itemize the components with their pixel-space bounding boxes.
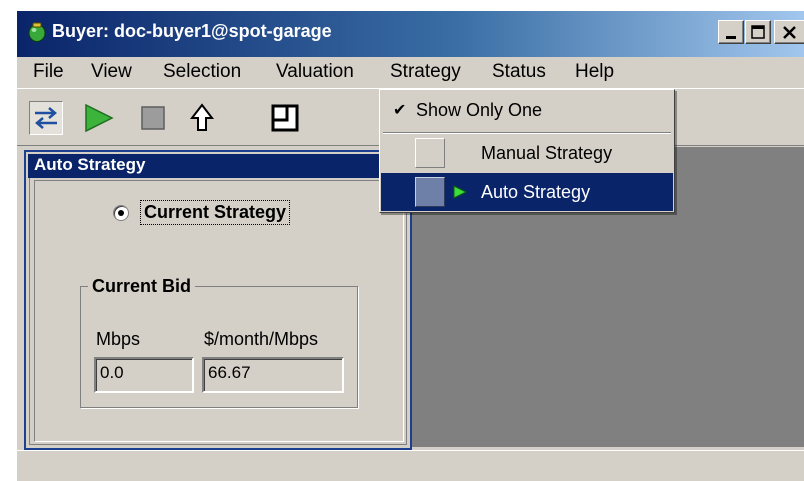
menu-separator: [383, 132, 671, 134]
price-label: $/month/Mbps: [204, 329, 319, 349]
frame-title: Auto Strategy: [34, 155, 146, 174]
mbps-field[interactable]: 0.0: [94, 357, 194, 393]
up-arrow-icon: [189, 103, 215, 131]
app-icon: [28, 22, 46, 42]
maximize-button[interactable]: [745, 20, 771, 44]
radio-selected-dot: [118, 210, 124, 216]
maximize-icon: [751, 25, 765, 39]
window-title: Buyer: doc-buyer1@spot-garage: [52, 21, 332, 41]
auto-strategy-icon: [415, 177, 445, 207]
menu-item-auto-strategy-label: Auto Strategy: [481, 182, 591, 202]
current-bid-title: Current Bid: [88, 276, 195, 297]
price-field[interactable]: 66.67: [202, 357, 344, 393]
minimize-icon: [726, 36, 736, 39]
window-icon: [271, 104, 299, 132]
window-button[interactable]: [268, 101, 302, 135]
start-button[interactable]: [82, 101, 116, 135]
minimize-button[interactable]: [718, 20, 744, 44]
menu-item-show-only-one[interactable]: Show Only One: [416, 100, 542, 121]
swap-strategy-button[interactable]: [29, 101, 63, 135]
manual-strategy-icon: [415, 138, 445, 168]
menu-status[interactable]: Status: [492, 61, 546, 83]
menu-selection[interactable]: Selection: [163, 61, 241, 83]
menu-strategy[interactable]: Strategy: [390, 61, 461, 83]
check-icon: ✔: [393, 102, 407, 119]
menu-valuation[interactable]: Valuation: [276, 61, 354, 83]
current-strategy-label[interactable]: Current Strategy: [139, 200, 291, 225]
menu-file[interactable]: File: [33, 61, 64, 83]
menu-item-manual-strategy[interactable]: Manual Strategy: [481, 143, 612, 164]
menu-view[interactable]: View: [91, 61, 132, 83]
play-arrow-icon: [452, 184, 468, 200]
upload-button[interactable]: [186, 101, 220, 135]
play-icon: [85, 103, 114, 133]
menu-help[interactable]: Help: [575, 61, 614, 83]
mbps-label: Mbps: [96, 329, 141, 349]
close-icon: [783, 26, 796, 39]
stop-button[interactable]: [137, 101, 171, 135]
swap-arrows-icon: [35, 107, 57, 129]
stop-icon: [141, 106, 165, 130]
close-button[interactable]: [774, 20, 804, 44]
